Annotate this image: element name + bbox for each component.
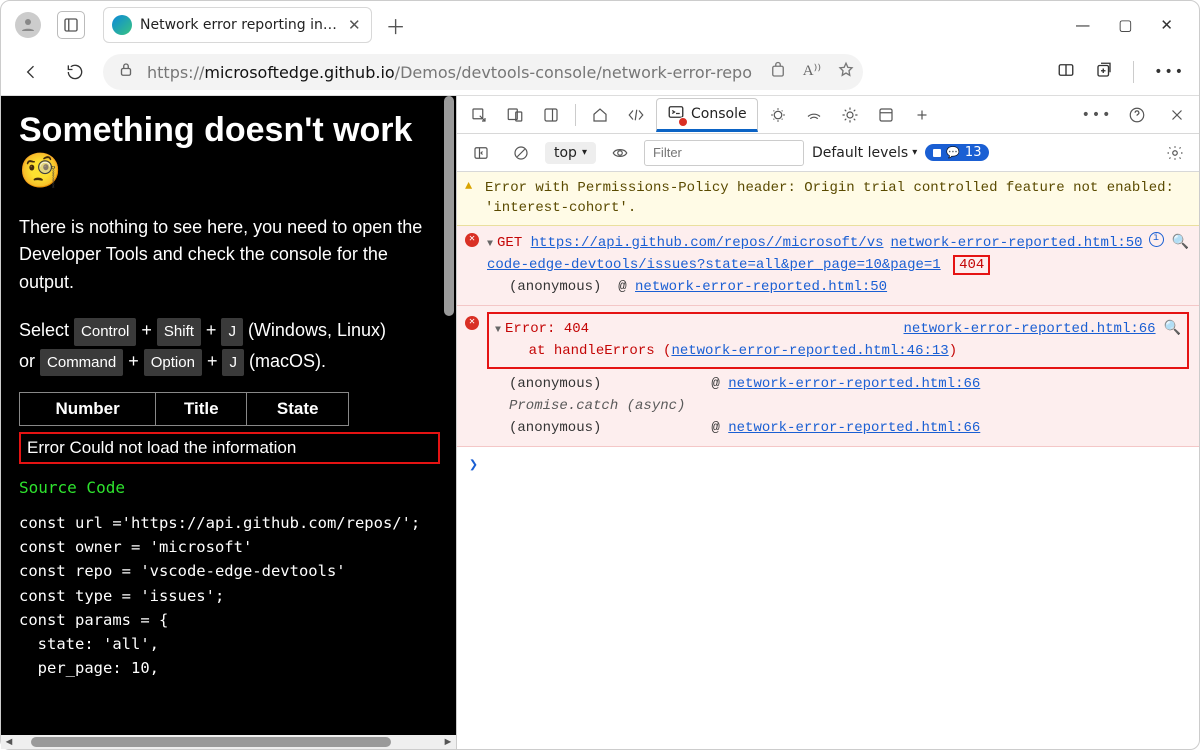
- welcome-tab-icon[interactable]: [584, 99, 616, 131]
- stack-source-link[interactable]: network-error-reported.html:66: [728, 376, 980, 392]
- window-close-icon[interactable]: ✕: [1160, 16, 1173, 34]
- result-table: Number Title State: [19, 392, 349, 426]
- shopping-icon[interactable]: [769, 61, 787, 83]
- more-tabs-icon[interactable]: [906, 99, 938, 131]
- inspect-icon[interactable]: [463, 99, 495, 131]
- refresh-button[interactable]: [59, 56, 91, 88]
- async-label: Promise.catch (async): [487, 395, 1189, 417]
- status-badge: 404: [953, 255, 990, 275]
- edge-favicon-icon: [112, 15, 132, 35]
- console-tab[interactable]: Console: [656, 98, 758, 132]
- th-state: State: [247, 393, 349, 426]
- search-icon[interactable]: 🔍: [1172, 232, 1189, 254]
- warning-row[interactable]: Error with Permissions-Policy header: Or…: [457, 172, 1199, 226]
- chevron-down-icon: ▾: [582, 147, 587, 158]
- maximize-icon[interactable]: ▢: [1118, 16, 1132, 34]
- source-link[interactable]: network-error-reported.html:50: [891, 232, 1143, 254]
- console-tab-label: Console: [691, 106, 747, 122]
- new-tab-button[interactable]: ＋: [380, 9, 412, 41]
- search-icon[interactable]: 🔍: [1164, 318, 1181, 340]
- help-icon[interactable]: [1121, 99, 1153, 131]
- titlebar: Network error reporting in Conso ✕ ＋ — ▢…: [1, 1, 1199, 49]
- back-button[interactable]: [15, 56, 47, 88]
- browser-toolbar: https://microsoftedge.github.io/Demos/de…: [1, 49, 1199, 95]
- chevron-down-icon: ▾: [912, 147, 917, 158]
- error-icon: ✕: [465, 316, 479, 330]
- split-screen-icon[interactable]: [1057, 61, 1075, 83]
- error-icon: ✕: [465, 233, 479, 247]
- stack-source-link[interactable]: network-error-reported.html:66: [728, 420, 980, 436]
- page-heading: Something doesn't work 🧐: [19, 110, 440, 192]
- source-code-heading: Source Code: [19, 478, 440, 497]
- source-link[interactable]: network-error-reported.html:66: [904, 318, 1156, 340]
- window-controls: — ▢ ✕: [1075, 16, 1191, 34]
- console-settings-icon[interactable]: [1159, 137, 1191, 169]
- request-url-link[interactable]: https://api.github.com/repos//microsoft/…: [487, 235, 941, 273]
- device-emulation-icon[interactable]: [499, 99, 531, 131]
- url-text: https://microsoftedge.github.io/Demos/de…: [147, 63, 753, 82]
- console-prompt[interactable]: ❯: [457, 447, 1199, 482]
- more-menu-icon[interactable]: •••: [1154, 64, 1185, 80]
- application-tab-icon[interactable]: [870, 99, 902, 131]
- page-error-banner: Error Could not load the information: [19, 432, 440, 464]
- collections-icon[interactable]: [1095, 61, 1113, 83]
- info-icon[interactable]: i: [1149, 232, 1164, 247]
- page-horizontal-scrollbar[interactable]: ◄►: [1, 735, 456, 749]
- devtools-tabstrip: Console •••: [457, 96, 1199, 134]
- content-area: Something doesn't work 🧐 There is nothin…: [1, 95, 1199, 749]
- tab-close-icon[interactable]: ✕: [348, 16, 361, 34]
- stack-source-link[interactable]: network-error-reported.html:46:13: [671, 343, 948, 359]
- rendered-page: Something doesn't work 🧐 There is nothin…: [1, 96, 456, 749]
- console-filter-input[interactable]: [644, 140, 804, 166]
- clear-console-icon[interactable]: [505, 137, 537, 169]
- th-title: Title: [156, 393, 247, 426]
- elements-tab-icon[interactable]: [620, 99, 652, 131]
- shortcut-instructions: Select Control + Shift + J (Windows, Lin…: [19, 315, 440, 376]
- profile-avatar[interactable]: [15, 12, 41, 38]
- issues-badge[interactable]: 💬13: [925, 144, 989, 161]
- network-tab-icon[interactable]: [798, 99, 830, 131]
- context-selector[interactable]: top▾: [545, 142, 596, 164]
- read-aloud-icon[interactable]: A⁾⁾: [803, 61, 821, 83]
- console-log-area[interactable]: Error with Permissions-Policy header: Or…: [457, 172, 1199, 749]
- minimize-icon[interactable]: —: [1075, 16, 1090, 34]
- prompt-chevron-icon: ❯: [469, 457, 478, 474]
- console-sidebar-toggle-icon[interactable]: [465, 137, 497, 169]
- address-bar[interactable]: https://microsoftedge.github.io/Demos/de…: [103, 54, 863, 90]
- th-number: Number: [20, 393, 156, 426]
- network-error-row[interactable]: ✕ 🔍 i network-error-reported.html:50 ▼GE…: [457, 226, 1199, 306]
- js-error-row[interactable]: ✕ 🔍 network-error-reported.html:66 ▼Erro…: [457, 306, 1199, 447]
- log-levels-selector[interactable]: Default levels▾: [812, 145, 917, 161]
- site-info-icon[interactable]: [117, 61, 135, 83]
- expand-toggle-icon[interactable]: ▼: [495, 325, 501, 336]
- favorite-icon[interactable]: [837, 61, 855, 83]
- console-toolbar: top▾ Default levels▾ 💬13: [457, 134, 1199, 172]
- tab-title: Network error reporting in Conso: [140, 17, 340, 33]
- page-description: There is nothing to see here, you need t…: [19, 214, 440, 298]
- highlighted-error: 🔍 network-error-reported.html:66 ▼Error:…: [487, 312, 1189, 369]
- devtools-close-icon[interactable]: [1161, 99, 1193, 131]
- source-code-block: const url ='https://api.github.com/repos…: [19, 511, 440, 679]
- sources-tab-icon[interactable]: [762, 99, 794, 131]
- console-tab-icon: [667, 103, 685, 125]
- browser-tab[interactable]: Network error reporting in Conso ✕: [103, 7, 372, 43]
- stack-source-link[interactable]: network-error-reported.html:50: [635, 279, 887, 295]
- dock-side-icon[interactable]: [535, 99, 567, 131]
- devtools-panel: Console ••• top▾ Default levels▾: [456, 96, 1199, 749]
- page-vertical-scrollbar[interactable]: [444, 96, 454, 749]
- live-expression-icon[interactable]: [604, 137, 636, 169]
- tab-actions-icon[interactable]: [57, 11, 85, 39]
- more-tools-icon[interactable]: •••: [1081, 99, 1113, 131]
- performance-tab-icon[interactable]: [834, 99, 866, 131]
- expand-toggle-icon[interactable]: ▼: [487, 239, 493, 250]
